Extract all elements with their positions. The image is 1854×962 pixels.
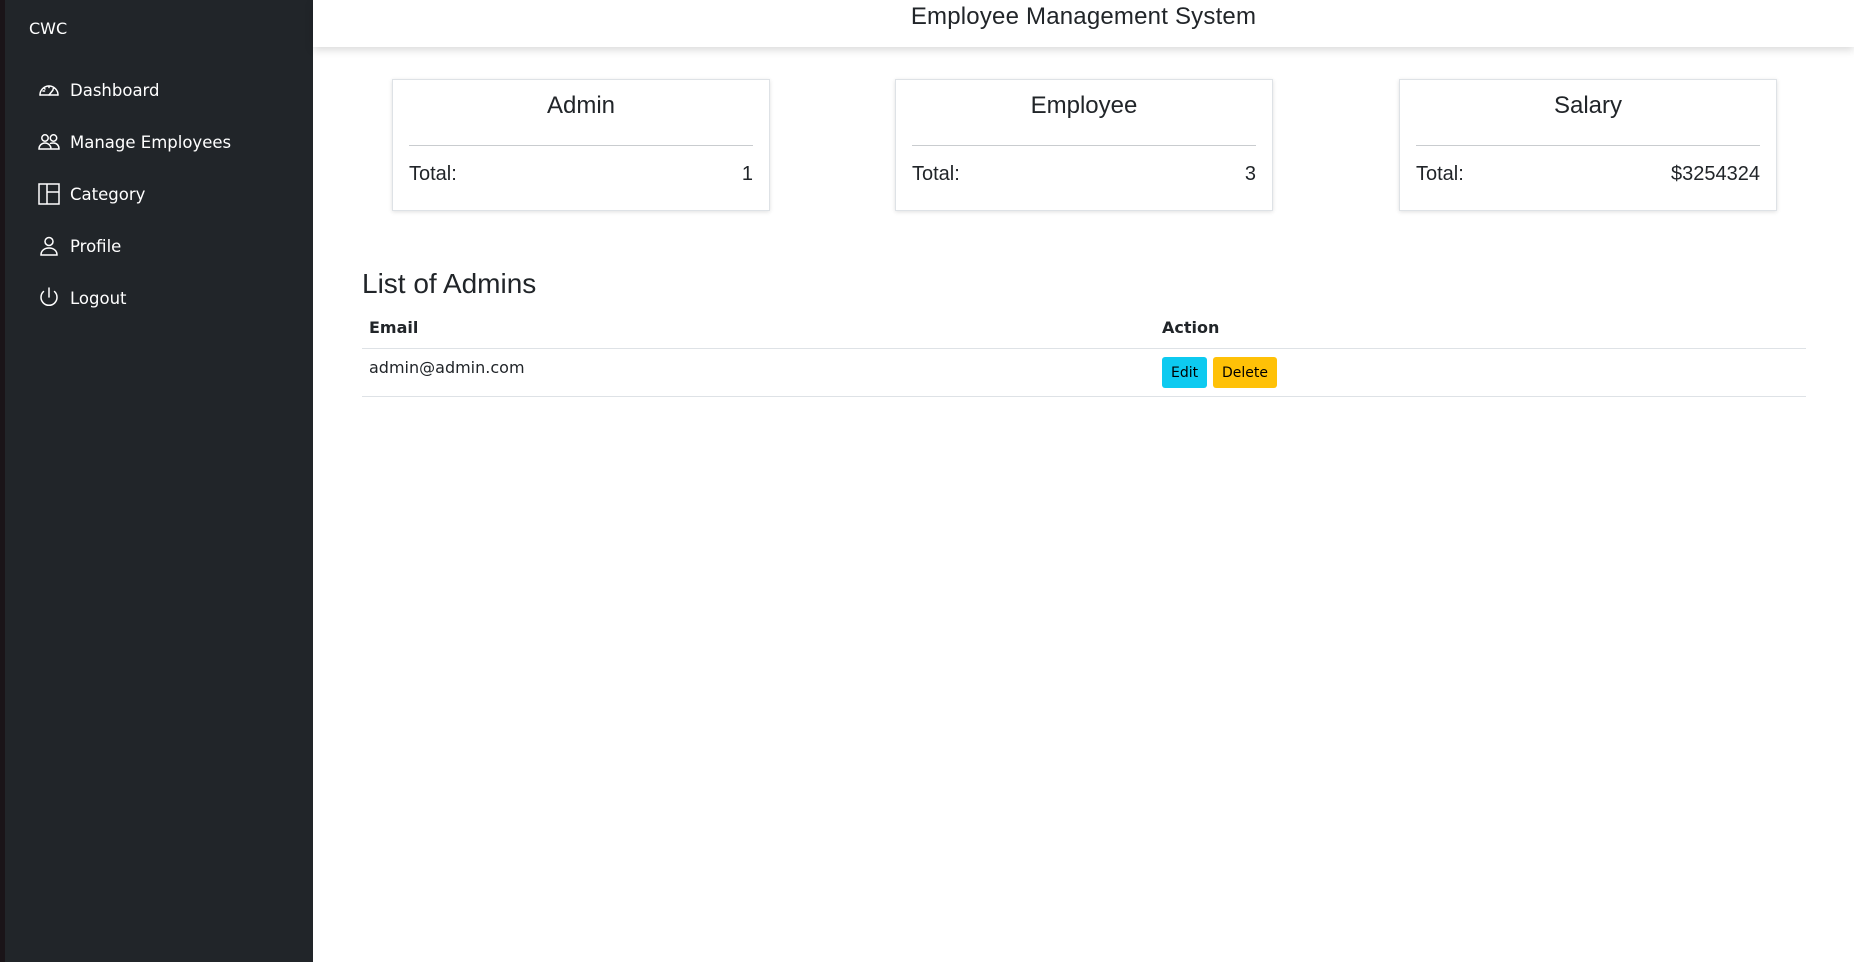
sidebar-item-label: Profile	[70, 236, 122, 256]
sidebar: CWC Dashboard Manage Employees Category …	[5, 0, 313, 962]
table-header-row: Email Action	[362, 312, 1806, 349]
sidebar-item-category[interactable]: Category	[36, 176, 145, 212]
app-root: CWC Dashboard Manage Employees Category …	[0, 0, 1854, 962]
admin-email: admin@admin.com	[369, 358, 525, 377]
card-divider	[1416, 145, 1760, 146]
card-divider	[912, 145, 1256, 146]
brand-logo-text[interactable]: CWC	[29, 19, 67, 38]
admins-section-title: List of Admins	[362, 268, 537, 299]
card-title: Employee	[1030, 92, 1138, 119]
sidebar-item-label: Dashboard	[70, 80, 160, 100]
sidebar-item-label: Category	[70, 184, 146, 204]
salary-summary-card: Salary Total: $3254324	[1399, 79, 1777, 211]
card-total-label: Total:	[1416, 163, 1464, 185]
sidebar-item-profile[interactable]: Profile	[36, 228, 121, 264]
edit-button[interactable]: Edit	[1162, 357, 1208, 388]
employee-summary-card: Employee Total: 3	[895, 79, 1273, 211]
card-title: Admin	[546, 92, 616, 119]
column-header-action: Action	[1162, 318, 1220, 337]
admin-summary-card: Admin Total: 1	[392, 79, 770, 211]
page-title: Employee Management System	[910, 2, 1257, 30]
sidebar-item-logout[interactable]: Logout	[36, 280, 127, 316]
delete-button[interactable]: Delete	[1213, 357, 1277, 388]
columns-icon	[36, 181, 62, 207]
sidebar-item-label: Logout	[70, 288, 127, 308]
sidebar-item-manage-employees[interactable]: Manage Employees	[36, 124, 231, 160]
table-row: admin@admin.com	[362, 349, 1806, 397]
admins-table: Email Action admin@admin.com	[362, 312, 1806, 397]
person-icon	[36, 233, 62, 259]
card-total-value: 1	[741, 163, 753, 185]
card-total-label: Total:	[912, 163, 960, 185]
card-title: Salary	[1553, 92, 1623, 119]
card-total-label: Total:	[409, 163, 457, 185]
people-icon	[36, 129, 62, 155]
speedometer-icon	[36, 77, 62, 103]
card-total-value: 3	[1244, 163, 1256, 185]
card-divider	[409, 145, 753, 146]
card-total-value: $3254324	[1671, 163, 1760, 185]
power-icon	[36, 285, 62, 311]
sidebar-item-label: Manage Employees	[70, 132, 232, 152]
sidebar-item-dashboard[interactable]: Dashboard	[36, 72, 160, 108]
column-header-email: Email	[369, 318, 419, 337]
top-header: Employee Management System	[313, 0, 1854, 47]
